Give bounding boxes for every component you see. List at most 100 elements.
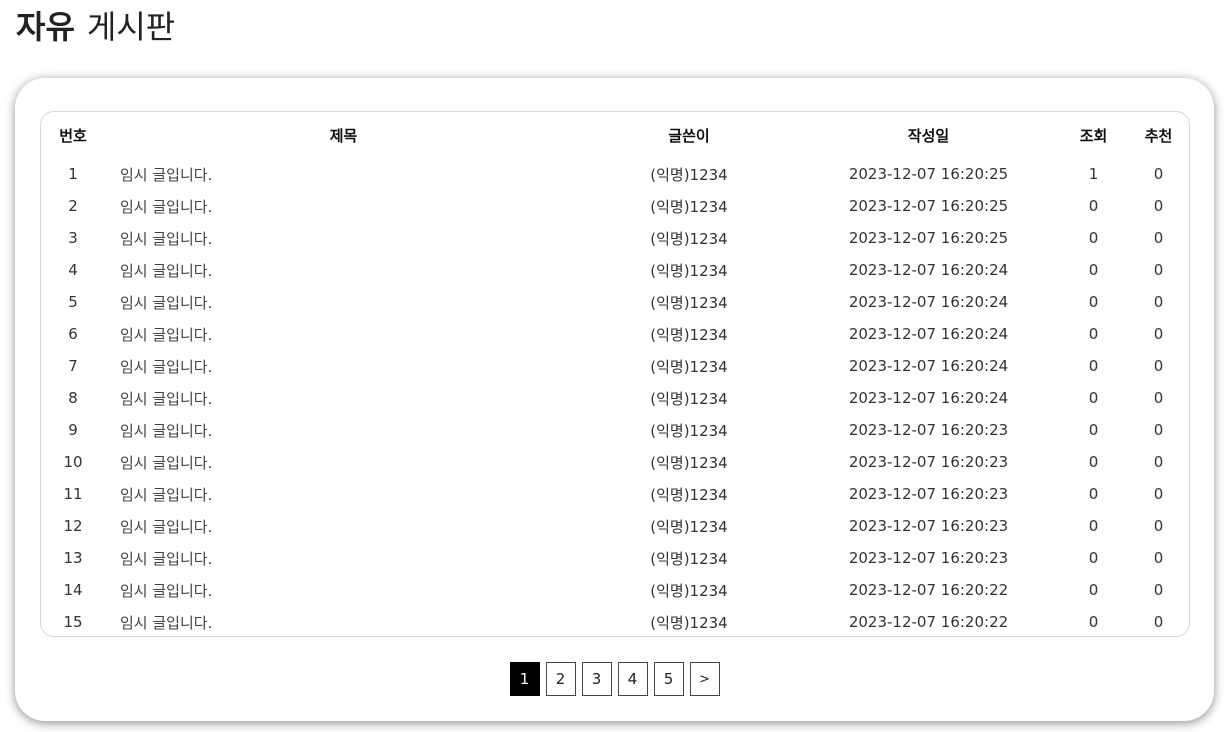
post-date: 2023-12-07 16:20:24 [848, 389, 1009, 407]
post-number: 7 [68, 357, 78, 375]
post-recommend: 0 [1153, 325, 1164, 343]
post-title-link[interactable]: 임시 글입니다. [105, 382, 582, 414]
post-date: 2023-12-07 16:20:25 [848, 197, 1009, 215]
post-views: 0 [1088, 325, 1099, 343]
board-table: 번호 제목 글쓴이 작성일 조회 추천 1 임시 글입니다. (익명)1234 202… [41, 112, 1189, 636]
post-views: 0 [1088, 453, 1099, 471]
table-row[interactable]: 9 임시 글입니다. (익명)1234 2023-12-07 16:20:23 0 0 [41, 414, 1189, 446]
table-row[interactable]: 5 임시 글입니다. (익명)1234 2023-12-07 16:20:24 0 0 [41, 286, 1189, 318]
post-number: 5 [68, 293, 78, 311]
post-date: 2023-12-07 16:20:24 [848, 293, 1009, 311]
post-number: 14 [63, 581, 83, 599]
post-title-link[interactable]: 임시 글입니다. [105, 254, 582, 286]
post-recommend: 0 [1153, 485, 1164, 503]
post-views: 0 [1088, 549, 1099, 567]
table-row[interactable]: 8 임시 글입니다. (익명)1234 2023-12-07 16:20:24 0 0 [41, 382, 1189, 414]
post-views: 0 [1088, 421, 1099, 439]
post-title-link[interactable]: 임시 글입니다. [105, 158, 582, 190]
next-page-button[interactable]: > [689, 662, 720, 696]
post-views: 0 [1088, 517, 1099, 535]
post-views: 0 [1088, 197, 1099, 215]
post-title-link[interactable]: 임시 글입니다. [105, 606, 582, 636]
post-date: 2023-12-07 16:20:24 [848, 261, 1009, 279]
page-button-4[interactable]: 4 [617, 662, 648, 696]
post-views: 0 [1088, 485, 1099, 503]
post-date: 2023-12-07 16:20:23 [848, 421, 1009, 439]
post-date: 2023-12-07 16:20:22 [848, 613, 1009, 631]
post-recommend: 0 [1153, 613, 1164, 631]
post-writer: (익명)1234 [650, 293, 728, 312]
post-number: 10 [63, 453, 83, 471]
post-title-link[interactable]: 임시 글입니다. [105, 542, 582, 574]
table-row[interactable]: 6 임시 글입니다. (익명)1234 2023-12-07 16:20:24 0 0 [41, 318, 1189, 350]
table-row[interactable]: 11 임시 글입니다. (익명)1234 2023-12-07 16:20:23 0 0 [41, 478, 1189, 510]
post-writer: (익명)1234 [650, 197, 728, 216]
post-number: 11 [63, 485, 83, 503]
post-views: 0 [1088, 229, 1099, 247]
table-row[interactable]: 1 임시 글입니다. (익명)1234 2023-12-07 16:20:25 1 0 [41, 158, 1189, 190]
post-title-link[interactable]: 임시 글입니다. [105, 286, 582, 318]
post-writer: (익명)1234 [650, 613, 728, 632]
post-recommend: 0 [1153, 549, 1164, 567]
post-title-link[interactable]: 임시 글입니다. [105, 510, 582, 542]
post-title-link[interactable]: 임시 글입니다. [105, 478, 582, 510]
post-title-link[interactable]: 임시 글입니다. [105, 350, 582, 382]
post-title-link[interactable]: 임시 글입니다. [105, 414, 582, 446]
table-row[interactable]: 14 임시 글입니다. (익명)1234 2023-12-07 16:20:22 0 0 [41, 574, 1189, 606]
post-recommend: 0 [1153, 581, 1164, 599]
post-recommend: 0 [1153, 421, 1164, 439]
post-writer: (익명)1234 [650, 325, 728, 344]
column-header-title: 제목 [329, 126, 358, 145]
post-recommend: 0 [1153, 357, 1164, 375]
page-button-5[interactable]: 5 [653, 662, 684, 696]
post-recommend: 0 [1153, 389, 1164, 407]
post-date: 2023-12-07 16:20:22 [848, 581, 1009, 599]
column-header-views: 조회 [1079, 126, 1108, 145]
post-date: 2023-12-07 16:20:23 [848, 517, 1009, 535]
post-views: 1 [1088, 165, 1099, 183]
pagination: 1 2 3 4 5 > [15, 662, 1214, 696]
post-writer: (익명)1234 [650, 581, 728, 600]
post-date: 2023-12-07 16:20:25 [848, 229, 1009, 247]
post-writer: (익명)1234 [650, 261, 728, 280]
post-recommend: 0 [1153, 229, 1164, 247]
page-title-bold: 자유 [16, 8, 75, 46]
post-recommend: 0 [1153, 453, 1164, 471]
page-button-1[interactable]: 1 [509, 662, 540, 696]
post-number: 8 [68, 389, 78, 407]
post-title-link[interactable]: 임시 글입니다. [105, 318, 582, 350]
post-number: 9 [68, 421, 78, 439]
page-button-2[interactable]: 2 [545, 662, 576, 696]
post-writer: (익명)1234 [650, 549, 728, 568]
post-number: 4 [68, 261, 78, 279]
table-row[interactable]: 2 임시 글입니다. (익명)1234 2023-12-07 16:20:25 0 0 [41, 190, 1189, 222]
page-button-3[interactable]: 3 [581, 662, 612, 696]
post-date: 2023-12-07 16:20:24 [848, 357, 1009, 375]
board-table-container: 번호 제목 글쓴이 작성일 조회 추천 1 임시 글입니다. (익명)1234 202… [40, 111, 1190, 637]
post-date: 2023-12-07 16:20:24 [848, 325, 1009, 343]
post-recommend: 0 [1153, 517, 1164, 535]
post-title-link[interactable]: 임시 글입니다. [105, 190, 582, 222]
post-views: 0 [1088, 389, 1099, 407]
post-title-link[interactable]: 임시 글입니다. [105, 446, 582, 478]
table-row[interactable]: 3 임시 글입니다. (익명)1234 2023-12-07 16:20:25 0 0 [41, 222, 1189, 254]
post-recommend: 0 [1153, 293, 1164, 311]
post-number: 1 [68, 165, 78, 183]
post-number: 3 [68, 229, 78, 247]
column-header-recommend: 추천 [1144, 126, 1173, 145]
post-views: 0 [1088, 613, 1099, 631]
post-views: 0 [1088, 261, 1099, 279]
post-title-link[interactable]: 임시 글입니다. [105, 574, 582, 606]
post-writer: (익명)1234 [650, 165, 728, 184]
post-title-link[interactable]: 임시 글입니다. [105, 222, 582, 254]
table-row[interactable]: 15 임시 글입니다. (익명)1234 2023-12-07 16:20:22 0 0 [41, 606, 1189, 636]
table-row[interactable]: 4 임시 글입니다. (익명)1234 2023-12-07 16:20:24 0 0 [41, 254, 1189, 286]
table-row[interactable]: 7 임시 글입니다. (익명)1234 2023-12-07 16:20:24 0 0 [41, 350, 1189, 382]
post-number: 12 [63, 517, 83, 535]
post-views: 0 [1088, 357, 1099, 375]
table-row[interactable]: 10 임시 글입니다. (익명)1234 2023-12-07 16:20:23 0 0 [41, 446, 1189, 478]
post-date: 2023-12-07 16:20:23 [848, 485, 1009, 503]
table-row[interactable]: 12 임시 글입니다. (익명)1234 2023-12-07 16:20:23 0 0 [41, 510, 1189, 542]
table-row[interactable]: 13 임시 글입니다. (익명)1234 2023-12-07 16:20:23 0 0 [41, 542, 1189, 574]
column-header-writer: 글쓴이 [668, 126, 710, 145]
